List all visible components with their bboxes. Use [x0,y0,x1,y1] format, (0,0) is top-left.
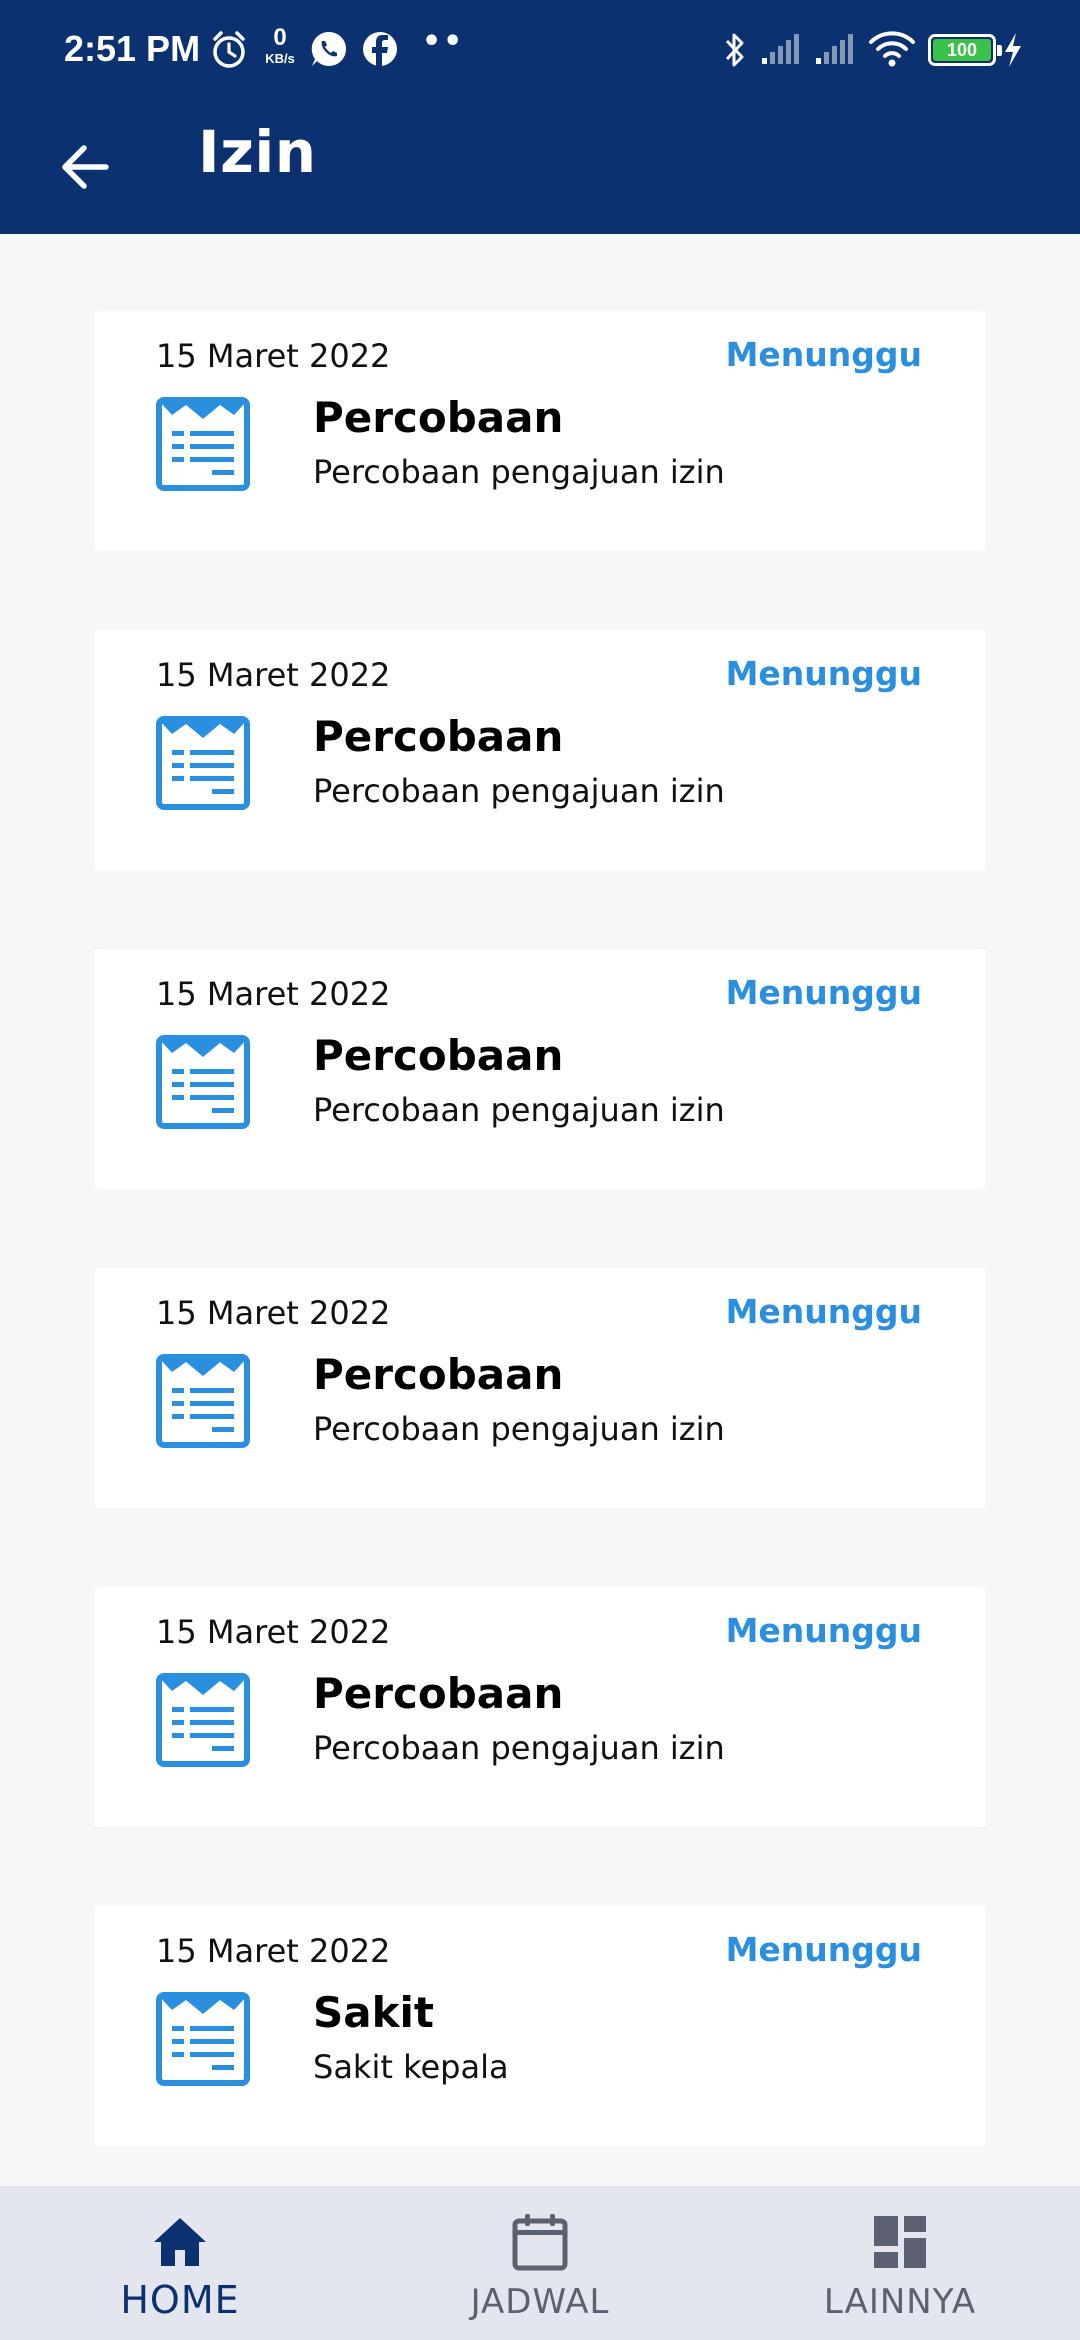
request-date: 15 Maret 2022 [156,975,391,1013]
whatsapp-icon [311,31,347,66]
status-badge: Menunggu [725,1292,922,1331]
dashboard-icon [874,2216,926,2268]
document-list-icon [156,716,250,810]
leave-request-card[interactable]: 15 Maret 2022 Menunggu Percobaan Percoba… [94,311,986,551]
home-icon [154,2218,206,2266]
document-list-icon [156,397,250,491]
request-description: Percobaan pengajuan izin [313,1091,725,1129]
app-bar: Izin [0,100,1080,234]
status-badge: Menunggu [725,973,922,1012]
document-list-icon [156,1354,250,1448]
signal-icon [816,34,853,64]
facebook-icon [363,32,397,67]
net-speed-unit: KB/s [265,51,295,66]
request-description: Percobaan pengajuan izin [313,1410,725,1448]
wifi-icon [869,31,915,67]
document-list-icon [156,1673,250,1767]
status-badge: Menunggu [725,1611,922,1650]
request-title: Percobaan [313,1669,564,1718]
charging-icon [1005,33,1021,67]
request-description: Percobaan pengajuan izin [313,772,725,810]
back-button[interactable] [40,122,130,212]
request-description: Percobaan pengajuan izin [313,1729,725,1767]
request-description: Percobaan pengajuan izin [313,453,725,491]
status-badge: Menunggu [725,1930,922,1969]
nav-label: HOME [120,2278,240,2322]
net-speed: 0 KB/s [262,24,298,66]
request-title: Sakit [313,1988,434,2037]
status-bar: 2:51 PM 0 KB/s •• 100 [0,0,1080,100]
battery-level: 100 [946,40,978,60]
battery-icon: 100 [928,34,1002,66]
request-title: Percobaan [313,712,564,761]
status-time: 2:51 PM [64,28,201,69]
leave-request-card[interactable]: 15 Maret 2022 Menunggu Sakit Sakit kepal… [94,1906,986,2146]
nav-item-jadwal[interactable]: JADWAL [360,2186,720,2340]
nav-item-lainnya[interactable]: LAINNYA [720,2186,1080,2340]
request-title: Percobaan [313,1031,564,1080]
status-overflow: •• [422,24,465,59]
request-description: Sakit kepala [313,2048,509,2086]
leave-request-card[interactable]: 15 Maret 2022 Menunggu Percobaan Percoba… [94,949,986,1189]
arrow-left-icon [62,145,109,189]
leave-request-card[interactable]: 15 Maret 2022 Menunggu Percobaan Percoba… [94,630,986,870]
status-badge: Menunggu [725,335,922,374]
document-list-icon [156,1992,250,2086]
net-speed-value: 0 [273,24,287,51]
leave-request-card[interactable]: 15 Maret 2022 Menunggu Percobaan Percoba… [94,1268,986,1508]
signal-icon [762,34,799,64]
leave-request-list[interactable]: 15 Maret 2022 Menunggu Percobaan Percoba… [0,234,1080,2186]
request-title: Percobaan [313,393,564,442]
request-date: 15 Maret 2022 [156,656,391,694]
document-list-icon [156,1035,250,1129]
status-badge: Menunggu [725,654,922,693]
request-title: Percobaan [313,1350,564,1399]
leave-request-card[interactable]: 15 Maret 2022 Menunggu Percobaan Percoba… [94,1587,986,1827]
bluetooth-icon [725,33,744,67]
nav-label: JADWAL [470,2282,610,2322]
request-date: 15 Maret 2022 [156,337,391,375]
nav-item-home[interactable]: HOME [0,2186,360,2340]
request-date: 15 Maret 2022 [156,1932,391,1970]
nav-label: LAINNYA [823,2282,977,2322]
bottom-navigation: HOME JADWAL LAINNYA [0,2186,1080,2340]
request-date: 15 Maret 2022 [156,1613,391,1651]
calendar-icon [512,2214,568,2271]
page-title: Izin [198,118,317,186]
alarm-icon [213,31,245,68]
request-date: 15 Maret 2022 [156,1294,391,1332]
